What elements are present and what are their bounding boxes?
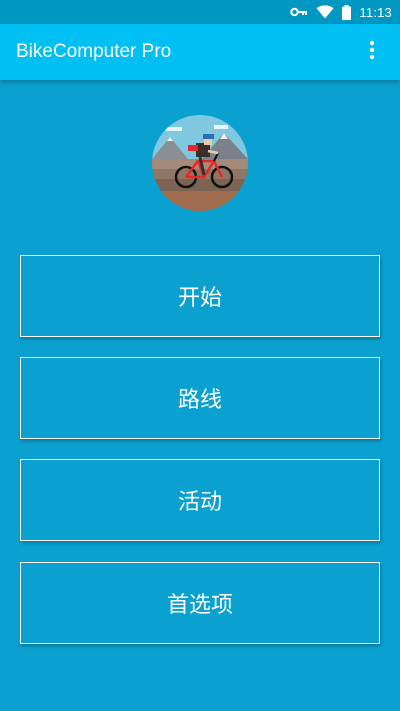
status-icons: 11:13 bbox=[290, 0, 392, 24]
avatar bbox=[152, 115, 248, 211]
cyclist-avatar-icon bbox=[152, 115, 248, 211]
preferences-button[interactable]: 首选项 bbox=[20, 562, 380, 644]
status-time: 11:13 bbox=[359, 4, 392, 20]
app-bar: BikeComputer Pro bbox=[0, 24, 400, 80]
preferences-button-label: 首选项 bbox=[166, 593, 233, 618]
more-vert-icon bbox=[369, 40, 375, 64]
overflow-menu-button[interactable] bbox=[348, 28, 396, 76]
start-button[interactable]: 开始 bbox=[20, 255, 380, 337]
start-button-label: 开始 bbox=[177, 286, 222, 311]
wifi-icon bbox=[316, 5, 334, 19]
app-title: BikeComputer Pro bbox=[16, 41, 172, 62]
activities-button[interactable]: 活动 bbox=[20, 459, 380, 541]
status-bar: 11:13 bbox=[0, 0, 400, 24]
routes-button-label: 路线 bbox=[177, 388, 222, 413]
activities-button-label: 活动 bbox=[177, 490, 222, 515]
routes-button[interactable]: 路线 bbox=[20, 357, 380, 439]
vpn-key-icon bbox=[290, 6, 308, 18]
battery-icon bbox=[342, 4, 352, 20]
